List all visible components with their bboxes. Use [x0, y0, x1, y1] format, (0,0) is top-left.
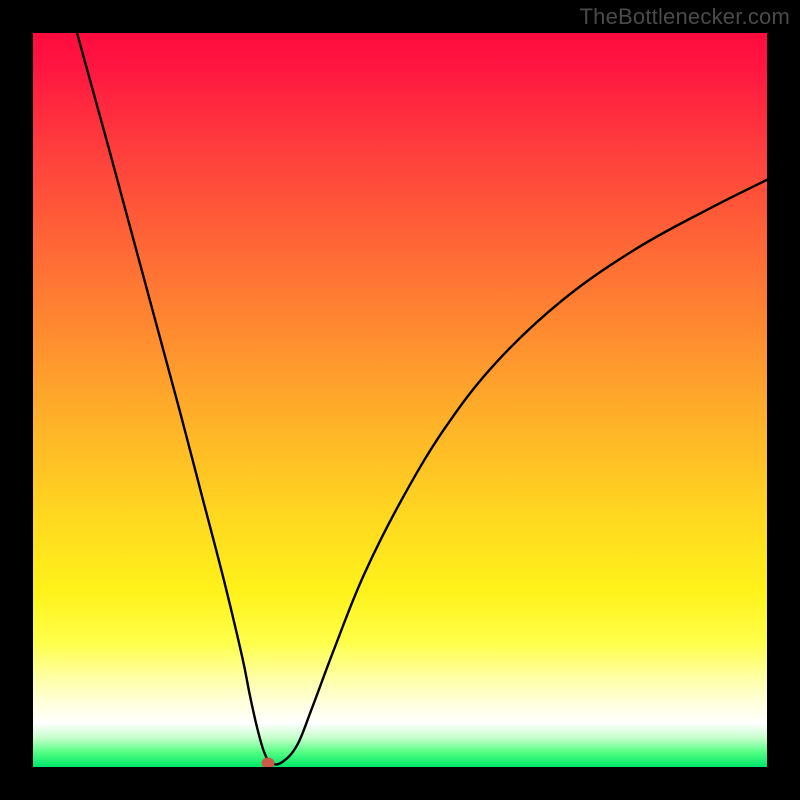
- watermark-text: TheBottlenecker.com: [580, 4, 790, 30]
- plot-area: [33, 33, 767, 767]
- chart-frame: TheBottlenecker.com: [0, 0, 800, 800]
- bottleneck-curve: [33, 33, 767, 767]
- optimal-point-marker: [261, 758, 274, 767]
